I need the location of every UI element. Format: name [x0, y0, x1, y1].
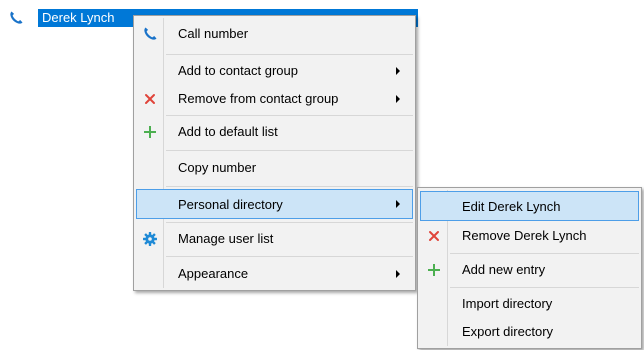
menu-item-label: Appearance	[178, 266, 249, 281]
context-menu: Call number Add to contact group Remove …	[133, 15, 416, 291]
red-x-icon	[429, 231, 439, 241]
menu-item-label: Remove Derek Lynch	[462, 228, 587, 243]
phone-icon	[144, 27, 157, 40]
menu-item-label: Personal directory	[178, 197, 283, 212]
menu-item-label: Call number	[178, 26, 249, 41]
submenu-arrow-icon	[396, 67, 400, 75]
menu-item-label: Remove from contact group	[178, 91, 339, 106]
menu-item-label: Add to default list	[178, 124, 278, 139]
green-plus-icon	[428, 264, 440, 276]
menu-item-copy-number[interactable]: Copy number	[136, 153, 413, 183]
menu-item-appearance[interactable]: Appearance	[136, 259, 413, 289]
menu-separator	[166, 186, 413, 187]
menu-item-manage-user-list[interactable]: Manage user list	[136, 224, 413, 254]
phone-icon	[10, 11, 23, 24]
menu-item-label: Import directory	[462, 296, 553, 311]
menu-separator	[166, 54, 413, 55]
menu-item-call-number[interactable]: Call number	[136, 19, 413, 49]
menu-separator	[450, 253, 639, 254]
submenu-item-add-new-entry[interactable]: Add new entry	[420, 255, 639, 285]
menu-item-add-to-contact-group[interactable]: Add to contact group	[136, 56, 413, 86]
menu-separator	[166, 115, 413, 116]
menu-separator	[450, 287, 639, 288]
submenu-item-remove[interactable]: Remove Derek Lynch	[420, 221, 639, 251]
submenu-arrow-icon	[396, 270, 400, 278]
submenu-item-export-directory[interactable]: Export directory	[420, 317, 639, 347]
menu-item-label: Edit Derek Lynch	[462, 199, 561, 214]
menu-separator	[166, 222, 413, 223]
menu-item-personal-directory[interactable]: Personal directory	[136, 189, 413, 219]
menu-item-label: Export directory	[462, 324, 554, 339]
gear-icon	[143, 232, 157, 246]
submenu-arrow-icon	[396, 200, 400, 208]
submenu-item-import-directory[interactable]: Import directory	[420, 289, 639, 319]
menu-item-label: Add to contact group	[178, 63, 298, 78]
menu-separator	[166, 256, 413, 257]
red-x-icon	[145, 94, 155, 104]
menu-item-label: Add new entry	[462, 262, 546, 277]
menu-item-add-to-default-list[interactable]: Add to default list	[136, 117, 413, 147]
menu-item-label: Copy number	[178, 160, 257, 175]
menu-separator	[166, 150, 413, 151]
green-plus-icon	[144, 126, 156, 138]
menu-item-remove-from-contact-group[interactable]: Remove from contact group	[136, 84, 413, 114]
menu-item-label: Manage user list	[178, 231, 274, 246]
personal-directory-submenu: Edit Derek Lynch Remove Derek Lynch Add …	[417, 187, 642, 349]
submenu-item-edit[interactable]: Edit Derek Lynch	[420, 191, 639, 221]
submenu-arrow-icon	[396, 95, 400, 103]
